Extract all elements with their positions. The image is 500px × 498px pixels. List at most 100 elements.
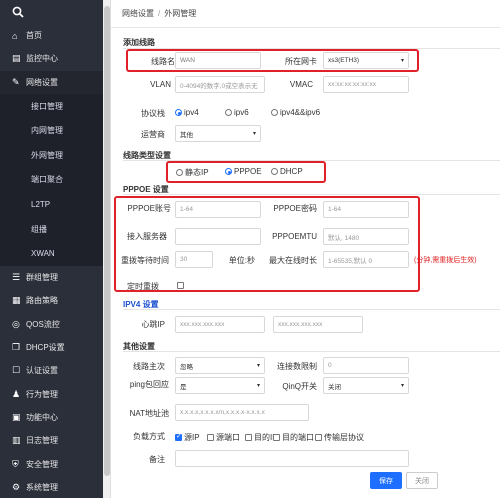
protocol-ipv6-radio[interactable]: ipv6 (225, 108, 249, 117)
pppoe-password-input[interactable]: 1-64 (323, 201, 409, 218)
sidebar-item-label: 日志管理 (26, 436, 58, 446)
protocol-ipv4-radio[interactable]: ipv4 (175, 108, 199, 117)
vlan-input[interactable]: 0-4094的数字,0或空表示无 (175, 76, 265, 93)
submenu-item-xwan[interactable]: XWAN (0, 241, 103, 266)
qinq-value: 关闭 (328, 383, 341, 391)
route-icon: ▦ (12, 295, 21, 306)
pppoe-password-label: PPPOE密码 (273, 204, 317, 213)
sidebar-item-label: 认证设置 (26, 366, 58, 376)
sidebar-item-group[interactable]: ☰ 群组管理 (0, 266, 103, 289)
radio-icon (176, 169, 183, 176)
redial-wait-input[interactable]: 30 (175, 251, 213, 268)
lb-protocol-checkbox[interactable]: 传输层协议 (315, 432, 364, 443)
qinq-label: QinQ开关 (282, 382, 317, 391)
checkbox-icon (315, 434, 322, 441)
security-icon: ⛨ (12, 458, 19, 469)
sidebar-scrollbar[interactable] (103, 0, 111, 498)
main-content: 网络设置 / 外网管理 添加线路 线路名称 WAN 所在网卡 xs3(ETH3)… (111, 0, 500, 498)
max-online-label: 最大在线时长 (269, 256, 317, 265)
qinq-select[interactable]: 关闭 ▾ (323, 377, 409, 394)
sidebar-item-log[interactable]: ▥ 日志管理 (0, 429, 103, 452)
lb-src-ip-label: 源IP (184, 433, 200, 442)
scrollbar-thumb[interactable] (104, 6, 110, 476)
line-priority-select[interactable]: 忽略 ▾ (175, 357, 265, 374)
function-icon: ▣ (12, 411, 21, 422)
divider (123, 351, 500, 352)
sidebar-item-monitor[interactable]: ▤ 监控中心 (0, 47, 103, 70)
line-name-input[interactable]: WAN (175, 52, 261, 69)
breadcrumb-network[interactable]: 网络设置 (122, 8, 154, 19)
chevron-down-icon: ▾ (252, 131, 256, 137)
protocol-ipv6-label: ipv6 (234, 108, 249, 117)
divider (123, 194, 500, 195)
submenu-item-lan[interactable]: 内网管理 (0, 118, 103, 143)
submenu-item-wan[interactable]: 外网管理 (0, 143, 103, 168)
sidebar-item-label: 网络设置 (26, 77, 58, 87)
submenu-item-interface[interactable]: 接口管理 (0, 94, 103, 119)
sidebar-item-route[interactable]: ▦ 路由策略 (0, 289, 103, 312)
nat-pool-input[interactable]: x.x.x.x,x.x.x.x/n,x.x.x.x-x.x.x.x (175, 404, 309, 421)
protocol-dual-label: ipv4&&ipv6 (280, 108, 321, 117)
divider (123, 309, 500, 310)
access-server-input[interactable] (175, 228, 261, 245)
submenu-item-multicast[interactable]: 组播 (0, 217, 103, 242)
sidebar-item-function[interactable]: ▣ 功能中心 (0, 406, 103, 429)
sidebar-item-label: QOS流控 (26, 319, 60, 329)
sidebar-item-auth[interactable]: ☐ 认证设置 (0, 359, 103, 382)
breadcrumb-separator: / (158, 9, 161, 18)
vmac-input[interactable]: xx:xx:xx:xx:xx:xx (323, 76, 409, 93)
chevron-down-icon: ▾ (400, 383, 404, 389)
chevron-down-icon: ▾ (256, 383, 260, 389)
checkbox-checked-icon (175, 432, 182, 441)
isp-label: 运营商 (141, 130, 165, 139)
redial-wait-label: 重拨等待时间 (121, 256, 169, 265)
sidebar-item-system[interactable]: ⚙ 系统管理 (0, 476, 103, 498)
line-type-static-radio[interactable]: 静态IP (176, 167, 209, 178)
lb-src-port-checkbox[interactable]: 源端口 (207, 432, 240, 443)
sidebar-item-label: 首页 (26, 31, 42, 41)
dhcp-icon: ❐ (12, 342, 21, 353)
search-icon[interactable] (0, 0, 103, 24)
radio-icon (225, 109, 232, 116)
sidebar-item-label: 监控中心 (26, 54, 58, 64)
ping-response-label: ping包回应 (129, 380, 169, 389)
protocol-label: 协议栈 (141, 109, 165, 118)
save-button[interactable]: 保存 (370, 472, 402, 489)
checkbox-icon (207, 434, 214, 441)
protocol-dual-radio[interactable]: ipv4&&ipv6 (271, 108, 320, 117)
lb-dst-port-checkbox[interactable]: 目的端口 (273, 432, 314, 443)
close-button[interactable]: 关闭 (406, 472, 438, 489)
line-type-pppoe-radio[interactable]: PPPOE (225, 167, 262, 176)
sidebar-item-label: 群组管理 (26, 273, 58, 283)
timed-redial-checkbox[interactable] (177, 282, 184, 289)
line-type-dhcp-label: DHCP (280, 167, 303, 176)
line-priority-label: 线路主次 (133, 362, 165, 371)
pppoe-mtu-input[interactable]: 默认, 1480 (323, 228, 409, 245)
sidebar-item-dhcp[interactable]: ❐ DHCP设置 (0, 336, 103, 359)
line-type-dhcp-radio[interactable]: DHCP (271, 167, 303, 176)
submenu-item-port-aggregation[interactable]: 端口聚合 (0, 168, 103, 193)
max-online-input[interactable]: 1-65535,默认 0 (323, 251, 409, 268)
network-submenu: 接口管理 内网管理 外网管理 端口聚合 L2TP 组播 XWAN (0, 93, 103, 267)
nic-select[interactable]: xs3(ETH3) ▾ (323, 52, 409, 69)
sidebar-item-security[interactable]: ⛨ 安全管理 (0, 452, 103, 475)
sidebar-item-home[interactable]: ⌂ 首页 (0, 24, 103, 47)
sidebar-item-qos[interactable]: ◎ QOS流控 (0, 313, 103, 336)
heartbeat-ip2-input[interactable]: xxx.xxx.xxx.xxx (273, 316, 363, 333)
ping-response-select[interactable]: 是 ▾ (175, 377, 265, 394)
conn-limit-input[interactable]: 0 (323, 357, 409, 374)
sidebar-item-behavior[interactable]: ♟ 行为管理 (0, 383, 103, 406)
lb-src-ip-checkbox[interactable]: 源IP (175, 432, 200, 443)
remark-input[interactable] (175, 450, 409, 467)
nic-label: 所在网卡 (285, 57, 317, 66)
auth-icon: ☐ (12, 365, 21, 376)
heartbeat-ip1-input[interactable]: xxx.xxx.xxx.xxx (175, 316, 265, 333)
sidebar-item-network[interactable]: ✎ 网络设置 (0, 70, 103, 94)
isp-select[interactable]: 其他 ▾ (175, 125, 261, 142)
pppoe-account-input[interactable]: 1-64 (175, 201, 261, 218)
breadcrumb: 网络设置 / 外网管理 (111, 0, 500, 28)
redial-unit-label: 单位:秒 (228, 256, 255, 265)
lb-protocol-label: 传输层协议 (324, 433, 364, 442)
submenu-item-l2tp[interactable]: L2TP (0, 192, 103, 217)
home-icon: ⌂ (12, 30, 18, 41)
